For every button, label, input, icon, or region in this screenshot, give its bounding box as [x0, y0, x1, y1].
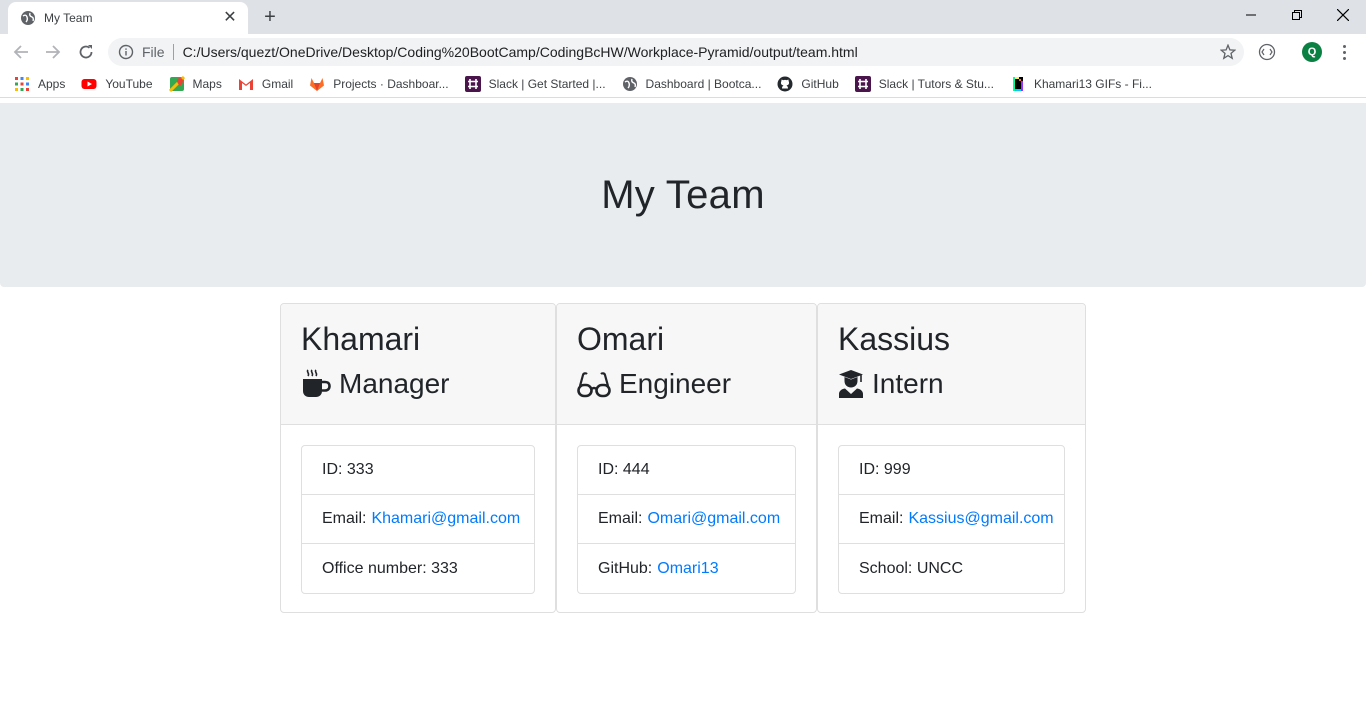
tab-title: My Team: [44, 11, 93, 25]
id-item: ID: 999: [839, 446, 1064, 495]
profile-avatar[interactable]: Q: [1302, 42, 1322, 62]
address-bar[interactable]: File C:/Users/quezt/OneDrive/Desktop/Cod…: [108, 38, 1244, 66]
employee-role: Intern: [838, 368, 1065, 400]
email-link[interactable]: Kassius@gmail.com: [908, 510, 1053, 528]
bookmark-label: Khamari13 GIFs - Fi...: [1033, 76, 1152, 91]
github-item: GitHub: Omari13: [578, 544, 795, 593]
maps-icon: [168, 75, 185, 92]
school-item: School: UNCC: [859, 559, 964, 577]
github-icon: [777, 76, 793, 91]
reload-icon: [79, 45, 93, 59]
bookmark-gitlab-projects[interactable]: Projects · Dashboar...: [309, 76, 449, 92]
back-button[interactable]: [10, 41, 32, 63]
bookmark-label: GitHub: [801, 76, 839, 91]
graduate-icon: [839, 370, 863, 399]
apps-grid-icon: [15, 76, 29, 91]
role-label: Intern: [872, 368, 944, 400]
minimize-button[interactable]: [1228, 0, 1274, 30]
bookmark-label: Dashboard | Bootca...: [645, 76, 762, 91]
role-label: Manager: [339, 368, 450, 400]
github-label: GitHub:: [598, 559, 653, 577]
email-label: Email:: [859, 510, 904, 527]
card-body: ID: 444 Email: Omari@gmail.com GitHub: O…: [557, 425, 816, 614]
star-icon[interactable]: [1220, 44, 1236, 60]
bookmarks-bar: Apps YouTube Maps Gmail Projects · Dashb…: [0, 70, 1366, 98]
email-item: Email: Omari@gmail.com: [578, 495, 795, 544]
mug-icon: [303, 369, 331, 398]
menu-kebab-icon[interactable]: [1336, 42, 1352, 62]
info-icon: [118, 44, 134, 60]
bookmark-github[interactable]: GitHub: [777, 76, 839, 92]
card-body: ID: 999 Email: Kassius@gmail.com School:…: [818, 425, 1085, 614]
email-link[interactable]: Khamari@gmail.com: [371, 510, 520, 528]
bookmark-label: Slack | Tutors & Stu...: [878, 76, 994, 91]
info-list: ID: 999 Email: Kassius@gmail.com School:…: [838, 445, 1065, 594]
bookmark-label: Apps: [38, 76, 66, 91]
card-body: ID: 333 Email: Khamari@gmail.com Office …: [281, 425, 555, 614]
bookmark-label: YouTube: [105, 76, 153, 91]
bookmark-label: Maps: [192, 76, 222, 91]
bookmark-slack-tutors[interactable]: Slack | Tutors & Stu...: [854, 75, 994, 92]
employee-name: Khamari: [301, 321, 421, 357]
browser-tab[interactable]: My Team ✕: [8, 2, 248, 34]
intern-card: Kassius Intern ID: 999 Email: Kassius@gm…: [817, 303, 1086, 613]
youtube-icon: [81, 78, 97, 89]
info-list: ID: 444 Email: Omari@gmail.com GitHub: O…: [577, 445, 796, 594]
bookmark-gmail[interactable]: Gmail: [238, 76, 293, 92]
email-item: Email: Kassius@gmail.com: [839, 495, 1064, 544]
new-tab-button[interactable]: +: [258, 6, 282, 28]
bookmark-label: Projects · Dashboar...: [333, 76, 449, 91]
employee-name: Kassius: [838, 321, 951, 357]
employee-role: Engineer: [577, 368, 796, 400]
globe-icon: [622, 76, 637, 91]
bookmark-label: Gmail: [261, 76, 294, 91]
slack-icon: [464, 75, 481, 92]
card-header: Kassius Intern: [818, 304, 1085, 425]
github-link[interactable]: Omari13: [657, 560, 718, 578]
bookmark-youtube[interactable]: YouTube: [81, 76, 153, 92]
globe-icon: [21, 11, 35, 25]
restore-button[interactable]: [1274, 0, 1320, 30]
card-header: Khamari Manager: [281, 304, 555, 425]
close-window-button[interactable]: [1320, 0, 1366, 30]
address-scheme: File: [142, 44, 165, 60]
bookmark-label: Slack | Get Started |...: [488, 76, 606, 91]
address-divider: [172, 44, 174, 60]
close-tab-icon[interactable]: ✕: [222, 10, 238, 26]
office-number-item: Office number: 333: [322, 559, 458, 577]
role-label: Engineer: [619, 368, 732, 400]
giphy-icon: [1012, 76, 1023, 91]
slack-icon: [854, 75, 871, 92]
card-header: Omari Engineer: [557, 304, 816, 425]
engineer-card: Omari Engineer ID: 444 Email: Omari@gmai…: [556, 303, 817, 613]
page-title: My Team: [601, 172, 765, 217]
forward-button[interactable]: [42, 41, 64, 63]
email-item: Email: Khamari@gmail.com: [302, 495, 534, 544]
bookmark-giphy[interactable]: Khamari13 GIFs - Fi...: [1010, 76, 1152, 92]
email-label: Email:: [322, 510, 367, 527]
tab-strip: My Team ✕ +: [0, 0, 1366, 34]
email-label: Email:: [598, 510, 643, 527]
glasses-icon: [577, 372, 611, 398]
bookmark-apps[interactable]: Apps: [14, 76, 65, 92]
id-item: ID: 333: [302, 446, 534, 495]
employee-name: Omari: [577, 321, 665, 357]
bookmark-maps[interactable]: Maps: [168, 75, 222, 92]
browser-toolbar: File C:/Users/quezt/OneDrive/Desktop/Cod…: [0, 34, 1366, 70]
gmail-icon: [238, 78, 253, 90]
reload-button[interactable]: [75, 41, 97, 63]
info-list: ID: 333 Email: Khamari@gmail.com Office …: [301, 445, 535, 594]
arrow-right-icon: [46, 45, 61, 59]
arrow-left-icon: [13, 45, 28, 59]
manager-card: Khamari Manager ID: 333 Email: Khamari@g…: [280, 303, 556, 613]
header-jumbotron: My Team: [0, 103, 1366, 287]
gitlab-icon: [310, 77, 325, 91]
bookmark-slack-get-started[interactable]: Slack | Get Started |...: [464, 75, 606, 92]
id-item: ID: 444: [578, 446, 795, 495]
bookmark-dashboard-bootcamp[interactable]: Dashboard | Bootca...: [622, 76, 762, 92]
email-link[interactable]: Omari@gmail.com: [647, 510, 780, 528]
employee-role: Manager: [301, 368, 535, 400]
address-url[interactable]: C:/Users/quezt/OneDrive/Desktop/Coding%2…: [183, 44, 858, 60]
extension-icon[interactable]: [1258, 43, 1276, 61]
